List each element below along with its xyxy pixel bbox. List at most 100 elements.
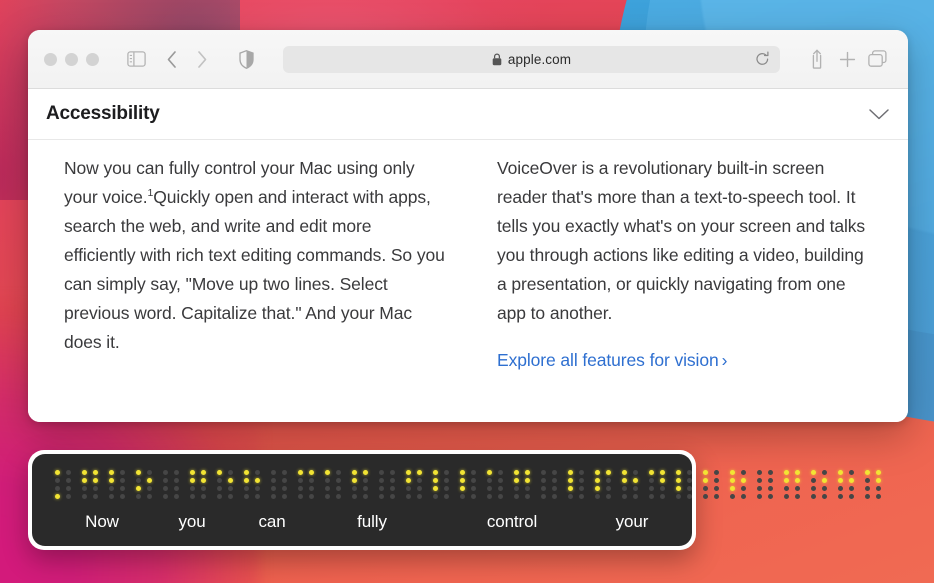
braille-dot-flat (163, 493, 168, 499)
braille-dot-flat (811, 493, 816, 499)
braille-dot-flat (741, 485, 746, 491)
window-traffic-lights (44, 52, 99, 66)
braille-cell (162, 468, 180, 500)
braille-dot-raised (811, 469, 816, 475)
braille-cell (378, 468, 396, 500)
braille-dot-flat (244, 493, 249, 499)
braille-dot-flat (795, 485, 800, 491)
accessibility-section-header[interactable]: Accessibility (28, 89, 908, 140)
braille-dot-flat (309, 493, 314, 499)
braille-dot-flat (406, 493, 411, 499)
braille-dot-flat (66, 485, 71, 491)
braille-dot-raised (676, 469, 681, 475)
braille-dot-flat (822, 493, 827, 499)
voice-control-text-after: Quickly open and interact with apps, sea… (64, 187, 445, 352)
braille-dot-flat (406, 485, 411, 491)
braille-cell (405, 468, 423, 500)
braille-dot-raised (730, 485, 735, 491)
voice-control-paragraph: Now you can fully control your Mac using… (64, 154, 445, 357)
braille-dot-flat (325, 493, 330, 499)
braille-dot-raised (201, 477, 206, 483)
reload-icon[interactable] (755, 51, 770, 67)
braille-dot-flat (309, 477, 314, 483)
lock-icon (492, 52, 502, 65)
braille-dot-flat (838, 493, 843, 499)
tab-overview-icon[interactable] (862, 45, 892, 73)
braille-dot-flat (147, 469, 152, 475)
privacy-shield-icon[interactable] (231, 45, 261, 73)
braille-dot-flat (757, 493, 762, 499)
forward-chevron-icon[interactable] (187, 45, 217, 73)
braille-word-label: you (178, 512, 206, 531)
braille-dot-flat (498, 485, 503, 491)
braille-cell (54, 468, 72, 500)
braille-dot-flat (93, 493, 98, 499)
braille-dot-flat (363, 477, 368, 483)
chevron-down-icon[interactable] (868, 108, 890, 121)
braille-dot-raised (352, 477, 357, 483)
braille-dot-raised (244, 477, 249, 483)
safari-browser-window: apple.com Accessibility Now you can full… (28, 30, 908, 422)
braille-dot-flat (865, 493, 870, 499)
braille-cell (540, 468, 558, 500)
braille-cell (648, 468, 666, 500)
braille-dot-flat (606, 485, 611, 491)
minimize-window-button[interactable] (65, 52, 78, 66)
braille-dot-flat (444, 485, 449, 491)
braille-dot-flat (768, 477, 773, 483)
braille-dot-raised (649, 469, 654, 475)
zoom-window-button[interactable] (86, 52, 99, 66)
braille-dot-flat (379, 469, 384, 475)
braille-cell (243, 468, 261, 500)
braille-dot-flat (174, 493, 179, 499)
column-voice-control: Now you can fully control your Mac using… (64, 154, 445, 371)
braille-dot-raised (93, 469, 98, 475)
braille-dot-flat (109, 493, 114, 499)
back-chevron-icon[interactable] (157, 45, 187, 73)
braille-word-label: fully (357, 512, 387, 531)
braille-dot-raised (352, 469, 357, 475)
braille-dot-raised (406, 469, 411, 475)
braille-dot-flat (174, 469, 179, 475)
new-tab-icon[interactable] (832, 45, 862, 73)
braille-dot-flat (811, 485, 816, 491)
braille-dot-raised (525, 469, 530, 475)
braille-dot-flat (417, 485, 422, 491)
braille-dot-flat (757, 469, 762, 475)
braille-dot-flat (417, 493, 422, 499)
braille-dot-flat (660, 493, 665, 499)
braille-cell (567, 468, 585, 500)
braille-dot-raised (633, 477, 638, 483)
braille-dot-raised (201, 469, 206, 475)
braille-dot-flat (633, 485, 638, 491)
braille-dot-raised (217, 469, 222, 475)
close-window-button[interactable] (44, 52, 57, 66)
braille-dot-flat (541, 493, 546, 499)
braille-dot-flat (552, 469, 557, 475)
braille-word-labels: Now you can fully control your (50, 512, 674, 536)
braille-cell (783, 468, 801, 500)
braille-dot-raised (417, 469, 422, 475)
share-icon[interactable] (802, 45, 832, 73)
braille-dot-flat (336, 477, 341, 483)
braille-dot-raised (309, 469, 314, 475)
braille-dot-flat (784, 485, 789, 491)
explore-vision-features-link[interactable]: Explore all features for vision › (497, 350, 727, 370)
braille-dot-flat (228, 469, 233, 475)
braille-dot-raised (703, 477, 708, 483)
braille-dot-raised (460, 485, 465, 491)
braille-dot-flat (649, 477, 654, 483)
braille-dot-raised (676, 477, 681, 483)
braille-dot-raised (730, 469, 735, 475)
braille-dot-raised (487, 469, 492, 475)
braille-dot-raised (595, 477, 600, 483)
braille-screen: Now you can fully control your (32, 454, 881, 546)
braille-dot-flat (271, 477, 276, 483)
braille-dot-flat (487, 493, 492, 499)
braille-dot-raised (460, 469, 465, 475)
braille-dot-flat (541, 477, 546, 483)
address-bar[interactable]: apple.com (283, 45, 780, 73)
braille-dot-raised (433, 477, 438, 483)
braille-dot-flat (325, 477, 330, 483)
sidebar-toggle-icon[interactable] (121, 45, 151, 73)
